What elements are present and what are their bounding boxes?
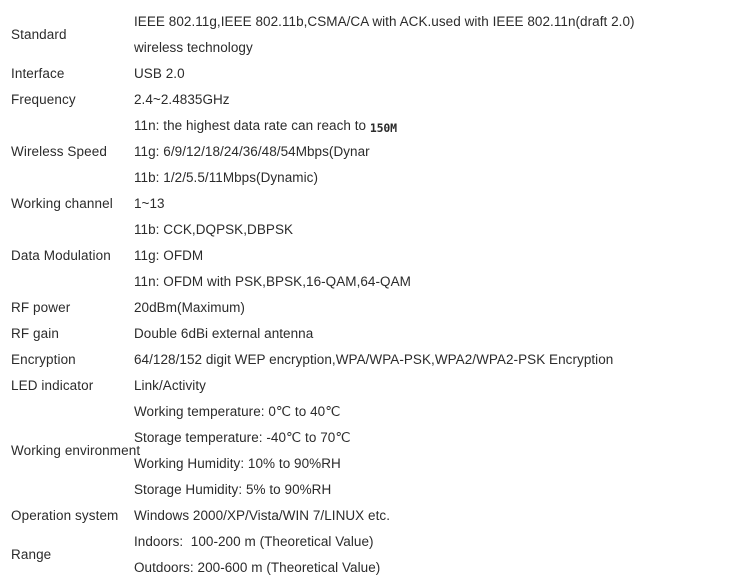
spec-value-group: 2.4~2.4835GHz bbox=[134, 87, 738, 113]
spec-row: Wireless Speed 11n: the highest data rate… bbox=[0, 113, 738, 191]
spec-label: Encryption bbox=[11, 352, 76, 367]
spec-row: Range Indoors: 100-200 m (Theoretical Val… bbox=[0, 529, 738, 581]
spec-row: Encryption 64/128/152 digit WEP encryptio… bbox=[0, 347, 738, 373]
spec-value-group: USB 2.0 bbox=[134, 61, 738, 87]
spec-value-line: Storage temperature: -40℃ to 70℃ bbox=[134, 430, 351, 445]
spec-value-group: Windows 2000/XP/Vista/WIN 7/LINUX etc. bbox=[134, 503, 738, 529]
spec-value-group: 11b: CCK,DQPSK,DBPSK 11g: OFDM 11n: OFDM w… bbox=[134, 217, 738, 295]
spec-value-line: Double 6dBi external antenna bbox=[134, 326, 314, 341]
spec-value-line: 11n: OFDM with PSK,BPSK,16-QAM,64-QAM bbox=[134, 274, 411, 289]
spec-label: Operation system bbox=[11, 508, 119, 523]
spec-row: Working environment Working temperature: … bbox=[0, 399, 738, 503]
spec-value-line: Link/Activity bbox=[134, 378, 206, 393]
spec-value-line: USB 2.0 bbox=[134, 66, 185, 81]
spec-value-line: Storage Humidity: 5% to 90%RH bbox=[134, 482, 332, 497]
spec-row: Operation system Windows 2000/XP/Vista/WI… bbox=[0, 503, 738, 529]
spec-row: Interface USB 2.0 bbox=[0, 61, 738, 87]
spec-value-group: 11n: the highest data rate can reach to … bbox=[134, 113, 738, 191]
spec-label: Standard bbox=[11, 27, 67, 42]
spec-row: Data Modulation 11b: CCK,DQPSK,DBPSK 11g: … bbox=[0, 217, 738, 295]
spec-value-text: 11n: the highest data rate can reach to bbox=[134, 118, 370, 133]
spec-value-group: 20dBm(Maximum) bbox=[134, 295, 738, 321]
spec-row: LED indicator Link/Activity bbox=[0, 373, 738, 399]
spec-value-group: Indoors: 100-200 m (Theoretical Value) Ou… bbox=[134, 529, 738, 581]
spec-row: Working channel 1~13 bbox=[0, 191, 738, 217]
spec-value-group: 1~13 bbox=[134, 191, 738, 217]
spec-value-line: IEEE 802.11g,IEEE 802.11b,CSMA/CA with A… bbox=[134, 14, 635, 29]
spec-row: Standard IEEE 802.11g,IEEE 802.11b,CSMA/C… bbox=[0, 9, 738, 61]
spec-value-line: 64/128/152 digit WEP encryption,WPA/WPA-… bbox=[134, 352, 614, 367]
spec-value-highlight: 150M bbox=[369, 120, 397, 135]
spec-value-group: Double 6dBi external antenna bbox=[134, 321, 738, 347]
spec-value-line: Working temperature: 0℃ to 40℃ bbox=[134, 404, 341, 419]
spec-label: RF power bbox=[11, 300, 71, 315]
spec-label: Range bbox=[11, 547, 52, 562]
spec-value-line: wireless technology bbox=[134, 40, 253, 55]
spec-label: Frequency bbox=[11, 92, 76, 107]
spec-label: Data Modulation bbox=[11, 248, 111, 263]
spec-label: Working environment bbox=[11, 443, 141, 458]
spec-value-line: 11n: the highest data rate can reach to … bbox=[134, 113, 738, 139]
spec-label: RF gain bbox=[11, 326, 59, 341]
spec-row: Frequency 2.4~2.4835GHz bbox=[0, 87, 738, 113]
spec-value-line: Windows 2000/XP/Vista/WIN 7/LINUX etc. bbox=[134, 508, 391, 523]
spec-value-line: 11g: OFDM bbox=[134, 248, 204, 263]
spec-value-line: 20dBm(Maximum) bbox=[134, 300, 245, 315]
spec-value-line: 11b: 1/2/5.5/11Mbps(Dynamic) bbox=[134, 170, 318, 185]
spec-value-group: 64/128/152 digit WEP encryption,WPA/WPA-… bbox=[134, 347, 738, 373]
spec-value-group: IEEE 802.11g,IEEE 802.11b,CSMA/CA with A… bbox=[134, 9, 738, 61]
spec-label: Wireless Speed bbox=[11, 144, 107, 159]
spec-label: LED indicator bbox=[11, 378, 94, 393]
spec-label: Working channel bbox=[11, 196, 113, 211]
spec-row: RF power 20dBm(Maximum) bbox=[0, 295, 738, 321]
spec-value-line: Working Humidity: 10% to 90%RH bbox=[134, 456, 341, 471]
spec-value-line: 2.4~2.4835GHz bbox=[134, 92, 230, 107]
spec-value-group: Link/Activity bbox=[134, 373, 738, 399]
spec-label: Interface bbox=[11, 66, 65, 81]
spec-row: RF gain Double 6dBi external antenna bbox=[0, 321, 738, 347]
spec-value-line: Outdoors: 200-600 m (Theoretical Value) bbox=[134, 560, 381, 575]
spec-value-line: Indoors: 100-200 m (Theoretical Value) bbox=[134, 534, 374, 549]
spec-value-line: 1~13 bbox=[134, 196, 165, 211]
spec-value-group: Working temperature: 0℃ to 40℃ Storage te… bbox=[134, 399, 738, 503]
spec-value-line: 11g: 6/9/12/18/24/36/48/54Mbps(Dynar bbox=[134, 144, 370, 159]
specification-sheet: Standard IEEE 802.11g,IEEE 802.11b,CSMA/C… bbox=[0, 0, 738, 578]
spec-value-line: 11b: CCK,DQPSK,DBPSK bbox=[134, 222, 294, 237]
